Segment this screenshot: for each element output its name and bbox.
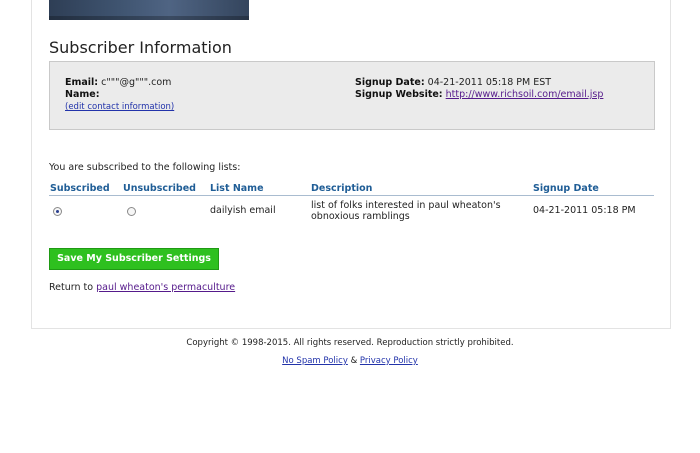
return-link[interactable]: paul wheaton's permaculture — [96, 282, 235, 293]
return-line: Return to paul wheaton's permaculture — [49, 282, 235, 293]
subscriber-info-box: Email: c"""@g""".com Name: (edit contact… — [49, 61, 655, 130]
subscribed-radio[interactable] — [53, 207, 62, 216]
unsubscribed-radio[interactable] — [127, 207, 136, 216]
signup-date-value: 04-21-2011 05:18 PM EST — [427, 77, 552, 88]
email-value: c"""@g""".com — [101, 77, 172, 88]
signup-date-cell: 04-21-2011 05:18 PM — [533, 205, 636, 216]
email-label: Email: — [65, 77, 99, 88]
signup-info: Signup Date: 04-21-2011 05:18 PM EST Sig… — [355, 77, 603, 101]
email-row: Email: c"""@g""".com — [65, 77, 174, 89]
header-signup-date: Signup Date — [532, 180, 654, 196]
page-title: Subscriber Information — [49, 38, 232, 57]
footer-separator: & — [350, 356, 358, 366]
save-settings-button[interactable]: Save My Subscriber Settings — [49, 248, 219, 270]
edit-contact-link[interactable]: (edit contact information) — [65, 102, 174, 112]
name-row: Name: — [65, 89, 174, 101]
signup-website-label: Signup Website: — [355, 89, 443, 100]
no-spam-policy-link[interactable]: No Spam Policy — [282, 356, 348, 366]
signup-date-label: Signup Date: — [355, 77, 425, 88]
signup-date-row: Signup Date: 04-21-2011 05:18 PM EST — [355, 77, 603, 89]
description-cell: list of folks interested in paul wheaton… — [311, 200, 501, 222]
copyright-text: Copyright © 1998-2015. All rights reserv… — [186, 338, 514, 348]
subscription-table: Subscribed Unsubscribed List Name Descri… — [49, 180, 654, 222]
list-name-cell: dailyish email — [210, 205, 276, 216]
name-label: Name: — [65, 89, 100, 100]
table-row: dailyish email list of folks interested … — [49, 196, 654, 223]
contact-info: Email: c"""@g""".com Name: (edit contact… — [65, 77, 174, 113]
lists-intro: You are subscribed to the following list… — [49, 162, 241, 173]
header-description: Description — [310, 180, 532, 196]
privacy-policy-link[interactable]: Privacy Policy — [360, 356, 418, 366]
header-subscribed: Subscribed — [49, 180, 122, 196]
header-unsubscribed: Unsubscribed — [122, 180, 209, 196]
header-list-name: List Name — [209, 180, 310, 196]
signup-website-link[interactable]: http://www.richsoil.com/email.jsp — [446, 89, 604, 100]
signup-website-row: Signup Website: http://www.richsoil.com/… — [355, 89, 603, 101]
header-photo — [49, 0, 249, 20]
footer-links: No Spam Policy & Privacy Policy — [0, 356, 700, 366]
return-prefix: Return to — [49, 282, 94, 293]
